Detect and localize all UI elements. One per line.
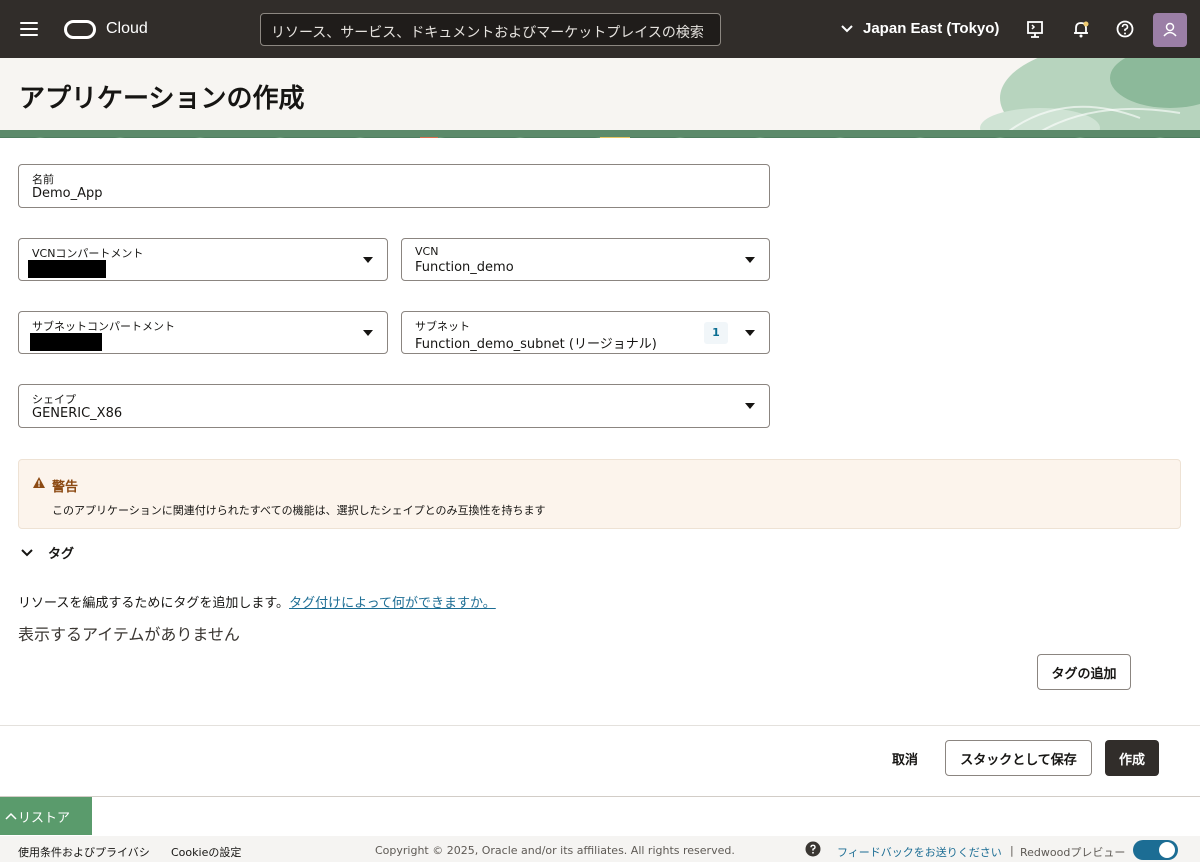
warning-banner: 警告 このアプリケーションに関連付けられたすべての機能は、選択したシェイプとのみ… xyxy=(18,459,1181,529)
shape-label: シェイプ xyxy=(32,393,76,406)
vcn-compartment-label: VCNコンパートメント xyxy=(32,247,144,260)
region-selector[interactable]: Japan East (Tokyo) xyxy=(840,20,999,37)
copyright-text: Copyright © 2025, Oracle and/or its affi… xyxy=(375,844,735,857)
chevron-up-icon xyxy=(5,812,17,820)
name-field[interactable]: 名前 Demo_App xyxy=(18,164,770,208)
redwood-preview-toggle[interactable] xyxy=(1133,840,1178,860)
decorative-band xyxy=(0,130,1200,138)
divider xyxy=(0,796,1200,797)
add-tag-button[interactable]: タグの追加 xyxy=(1037,654,1131,690)
restore-button[interactable]: リストア xyxy=(0,797,92,835)
dropdown-caret-icon xyxy=(363,330,373,336)
cancel-button[interactable]: 取消 xyxy=(878,740,932,776)
create-button[interactable]: 作成 xyxy=(1105,740,1159,776)
vcn-label: VCN xyxy=(415,245,439,258)
help-icon[interactable] xyxy=(1115,19,1135,39)
redacted-value xyxy=(28,260,106,278)
name-label: 名前 xyxy=(32,173,54,186)
subnet-label: サブネット xyxy=(415,320,470,333)
decorative-pattern xyxy=(0,137,1200,138)
tags-help-link[interactable]: タグ付けによって何ができますか。 xyxy=(289,596,496,611)
redwood-preview-label: Redwoodプレビュー xyxy=(1020,846,1126,859)
subnet-count-badge: 1 xyxy=(704,322,728,344)
redacted-value xyxy=(30,333,102,351)
menu-icon[interactable] xyxy=(20,22,38,36)
terms-link[interactable]: 使用条件およびプライバシ xyxy=(18,844,150,860)
notification-bell-icon[interactable] xyxy=(1071,19,1091,39)
shape-select[interactable]: シェイプ GENERIC_X86 xyxy=(18,384,770,428)
vcn-value: Function_demo xyxy=(415,260,514,275)
warning-icon xyxy=(33,477,45,488)
shape-value: GENERIC_X86 xyxy=(32,406,123,421)
name-value: Demo_App xyxy=(32,186,103,201)
avatar[interactable] xyxy=(1153,13,1187,47)
dropdown-caret-icon xyxy=(745,257,755,263)
feedback-link[interactable]: フィードバックをお送りください xyxy=(837,844,1002,860)
cloud-shell-icon[interactable] xyxy=(1025,19,1045,39)
tags-empty-text: 表示するアイテムがありません xyxy=(18,625,240,644)
cookie-settings-link[interactable]: Cookieの設定 xyxy=(171,844,241,860)
decorative-leaf-illustration xyxy=(980,58,1200,138)
user-icon xyxy=(1163,22,1177,37)
dropdown-caret-icon xyxy=(363,257,373,263)
footer-separator: | xyxy=(1010,844,1014,857)
subnet-compartment-label: サブネットコンパートメント xyxy=(32,320,175,333)
oracle-logo-icon[interactable] xyxy=(64,20,96,39)
page-header: アプリケーションの作成 xyxy=(0,58,1200,138)
subnet-select[interactable]: サブネット Function_demo_subnet (リージョナル) 1 xyxy=(401,311,770,354)
divider xyxy=(0,725,1200,726)
help-icon[interactable] xyxy=(805,841,821,857)
tags-section-label: タグ xyxy=(48,547,75,562)
dropdown-caret-icon xyxy=(745,330,755,336)
tags-description-text: リソースを編成するためにタグを追加します。 xyxy=(18,596,290,611)
search-input[interactable]: リソース、サービス、ドキュメントおよびマーケットプレイスの検索 xyxy=(260,13,721,46)
warning-title: 警告 xyxy=(52,480,79,495)
region-label: Japan East (Tokyo) xyxy=(863,20,1000,37)
cloud-logo-text[interactable]: Cloud xyxy=(106,20,148,38)
subnet-compartment-select[interactable]: サブネットコンパートメント xyxy=(18,311,388,354)
subnet-value: Function_demo_subnet (リージョナル) xyxy=(415,337,657,352)
tags-section-toggle[interactable]: タグ xyxy=(20,543,74,562)
toggle-knob xyxy=(1159,842,1175,858)
warning-message: このアプリケーションに関連付けられたすべての機能は、選択したシェイプとのみ互換性… xyxy=(52,504,546,517)
chevron-down-icon xyxy=(21,548,33,556)
footer: 使用条件およびプライバシ Cookieの設定 Copyright © 2025,… xyxy=(0,836,1200,862)
dropdown-caret-icon xyxy=(745,403,755,409)
restore-label: リストア xyxy=(18,810,71,826)
save-as-stack-button[interactable]: スタックとして保存 xyxy=(945,740,1092,776)
page-title: アプリケーションの作成 xyxy=(19,84,305,114)
chevron-down-icon xyxy=(841,24,853,32)
top-navigation-bar: Cloud リソース、サービス、ドキュメントおよびマーケットプレイスの検索 Ja… xyxy=(0,0,1200,58)
vcn-compartment-select[interactable]: VCNコンパートメント xyxy=(18,238,388,281)
tags-description: リソースを編成するためにタグを追加します。タグ付けによって何ができますか。 xyxy=(18,592,496,611)
vcn-select[interactable]: VCN Function_demo xyxy=(401,238,770,281)
